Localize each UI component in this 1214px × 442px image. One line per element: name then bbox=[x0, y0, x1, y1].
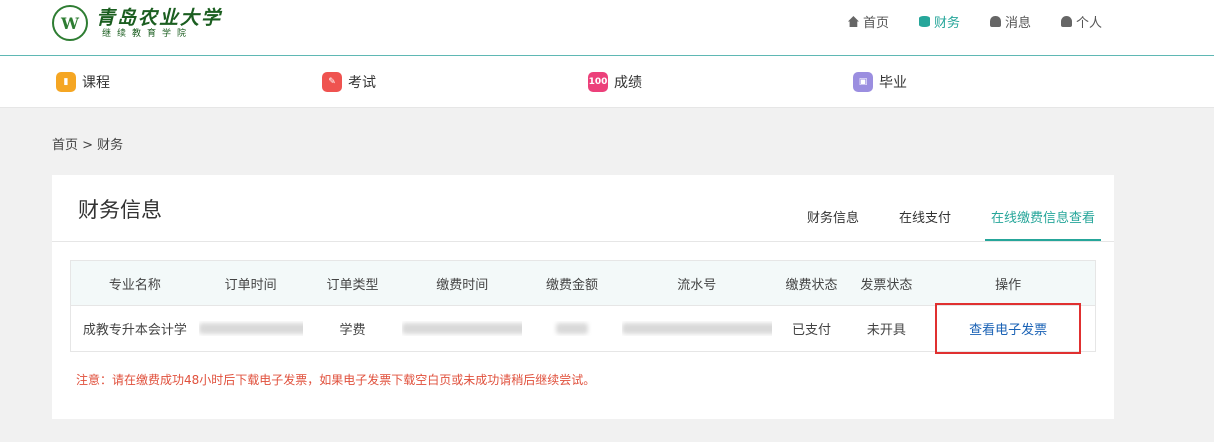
cell-major: 成教专升本会计学 bbox=[82, 323, 187, 338]
cell-serial-redacted bbox=[621, 321, 772, 336]
score-icon: 100 bbox=[588, 72, 608, 92]
col-order-time: 订单时间 bbox=[224, 277, 277, 293]
col-pay-status: 缴费状态 bbox=[785, 277, 838, 293]
cell-invoice-status: 未开具 bbox=[866, 323, 906, 338]
graduation-icon: ▣ bbox=[853, 72, 873, 92]
home-icon bbox=[847, 16, 859, 27]
cell-pay-time-redacted bbox=[402, 321, 523, 336]
finance-panel: 财务信息 财务信息 在线支付 在线缴费信息查看 专业名称 订单时间 订单类型 缴… bbox=[52, 175, 1114, 419]
module-courses[interactable]: ▮ 课程 bbox=[56, 72, 110, 92]
cell-amount-redacted bbox=[522, 321, 622, 336]
nav-home[interactable]: 首页 bbox=[847, 12, 889, 31]
table-header: 专业名称 订单时间 订单类型 缴费时间 缴费金额 流水号 缴费状态 发票状态 操… bbox=[71, 261, 1095, 305]
module-graduation-label: 毕业 bbox=[879, 75, 907, 91]
university-logo[interactable]: W 青岛农业大学 继续教育学院 bbox=[52, 5, 222, 41]
nav-messages[interactable]: 消息 bbox=[989, 12, 1031, 31]
database-icon bbox=[918, 16, 930, 27]
user-icon bbox=[1060, 16, 1072, 27]
col-pay-time: 缴费时间 bbox=[436, 277, 489, 293]
module-courses-label: 课程 bbox=[82, 75, 110, 91]
cell-order-time-redacted bbox=[198, 321, 303, 336]
logo-subtitle: 继续教育学院 bbox=[102, 28, 193, 39]
nav-finance-label: 财务 bbox=[933, 16, 960, 31]
bookmark-icon: ▮ bbox=[56, 72, 76, 92]
module-exams-label: 考试 bbox=[348, 75, 376, 91]
logo-seal-icon: W bbox=[52, 5, 88, 41]
module-nav: ▮ 课程 ✎ 考试 100 成绩 ▣ 毕业 bbox=[0, 56, 1214, 108]
top-header: W 青岛农业大学 继续教育学院 首页 财务 消息 个人 bbox=[0, 0, 1214, 56]
logo-text: 青岛农业大学 继续教育学院 bbox=[96, 7, 222, 40]
col-amount: 缴费金额 bbox=[546, 277, 599, 293]
col-serial: 流水号 bbox=[677, 277, 717, 293]
top-nav: 首页 财务 消息 个人 bbox=[818, 12, 1102, 31]
nav-messages-label: 消息 bbox=[1004, 16, 1031, 31]
module-exams[interactable]: ✎ 考试 bbox=[322, 72, 376, 92]
pencil-icon: ✎ bbox=[322, 72, 342, 92]
col-major: 专业名称 bbox=[108, 277, 161, 293]
col-action: 操作 bbox=[995, 277, 1022, 293]
nav-finance[interactable]: 财务 bbox=[918, 12, 960, 31]
bell-icon bbox=[989, 16, 1001, 27]
col-order-type: 订单类型 bbox=[326, 277, 379, 293]
page-title: 财务信息 bbox=[78, 198, 162, 222]
tab-finance-info[interactable]: 财务信息 bbox=[801, 207, 865, 241]
finance-tabs: 财务信息 在线支付 在线缴费信息查看 bbox=[801, 207, 1114, 241]
nav-profile[interactable]: 个人 bbox=[1060, 12, 1102, 31]
module-scores[interactable]: 100 成绩 bbox=[588, 72, 642, 92]
payment-table: 专业名称 订单时间 订单类型 缴费时间 缴费金额 流水号 缴费状态 发票状态 操… bbox=[70, 260, 1096, 354]
cell-action: 查看电子发票 bbox=[921, 303, 1095, 354]
nav-home-label: 首页 bbox=[862, 16, 889, 31]
module-scores-label: 成绩 bbox=[614, 75, 642, 91]
table-row: 成教专升本会计学 学费 已支付 未开具 查看电子发票 bbox=[71, 303, 1095, 354]
divider bbox=[52, 241, 1114, 242]
tab-online-payment[interactable]: 在线支付 bbox=[893, 207, 957, 241]
cell-order-type: 学费 bbox=[339, 323, 366, 338]
nav-profile-label: 个人 bbox=[1075, 16, 1102, 31]
col-invoice-status: 发票状态 bbox=[860, 277, 913, 293]
module-graduation[interactable]: ▣ 毕业 bbox=[853, 72, 907, 92]
cell-pay-status: 已支付 bbox=[792, 323, 832, 338]
breadcrumb[interactable]: 首页 > 财务 bbox=[52, 134, 123, 153]
invoice-notice: 注意：请在缴费成功48小时后下载电子发票，如果电子发票下载空白页或未成功请稍后继… bbox=[76, 373, 596, 387]
logo-title: 青岛农业大学 bbox=[96, 6, 223, 29]
tab-payment-records[interactable]: 在线缴费信息查看 bbox=[984, 207, 1101, 241]
view-invoice-link[interactable]: 查看电子发票 bbox=[935, 303, 1082, 354]
